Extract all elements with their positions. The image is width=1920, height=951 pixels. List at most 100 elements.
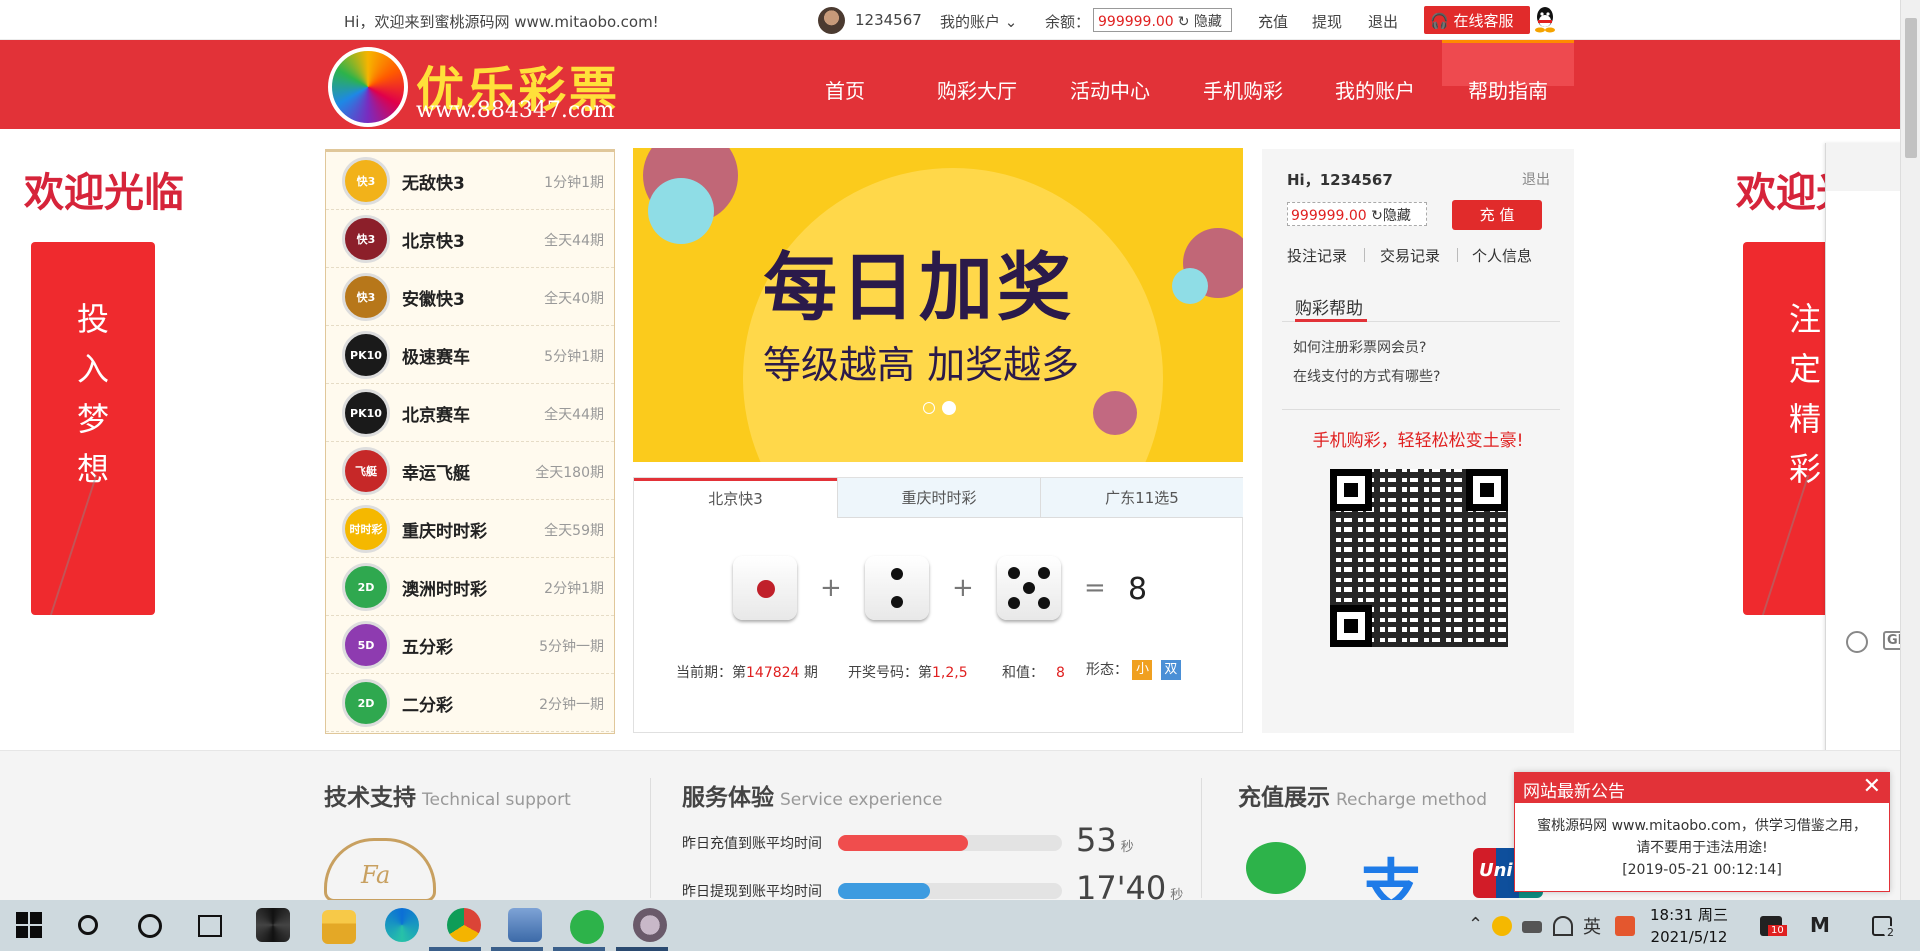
- refresh-icon: ↻: [1371, 208, 1383, 224]
- ime-indicator[interactable]: 英: [1583, 913, 1601, 939]
- carousel-dot-active[interactable]: [942, 401, 956, 415]
- banner-title: 每日加奖: [763, 245, 1075, 331]
- nav-help-guide[interactable]: 帮助指南: [1468, 75, 1548, 104]
- draw-numbers: 开奖号码：第1,2,5: [848, 662, 968, 682]
- mobile-slogan: 手机购彩，轻轻松松变土豪!: [1312, 431, 1524, 451]
- logout-link[interactable]: 退出: [1368, 11, 1398, 32]
- banner-bubble-shape: [1093, 391, 1137, 435]
- balance-box: 999999.00 ↻ 隐藏: [1093, 8, 1232, 32]
- cortana-icon[interactable]: [138, 914, 162, 938]
- lottery-item[interactable]: 5D 五分彩 5分钟一期: [326, 616, 614, 674]
- withdraw-link[interactable]: 提现: [1312, 11, 1342, 32]
- carousel-dot[interactable]: [923, 402, 935, 414]
- account-menu[interactable]: 我的账户 ⌄: [940, 11, 1017, 32]
- app-pinwheel-icon[interactable]: [256, 908, 290, 942]
- lottery-item[interactable]: 时时彩 重庆时时彩 全天59期: [326, 500, 614, 558]
- tab-beijing-k3[interactable]: 北京快3: [634, 478, 837, 518]
- scrollbar-thumb[interactable]: [1905, 18, 1917, 158]
- online-service-button[interactable]: 🎧 在线客服: [1424, 6, 1530, 34]
- nav-home[interactable]: 首页: [825, 75, 865, 104]
- close-icon[interactable]: ✕: [1863, 774, 1881, 799]
- lottery-logo-icon: 5D: [342, 621, 390, 669]
- help-item-payment[interactable]: 在线支付的方式有哪些?: [1293, 366, 1440, 386]
- lottery-name: 重庆时时彩: [402, 522, 487, 542]
- withdraw-time-label: 昨日提现到账平均时间: [682, 884, 822, 900]
- battery-icon[interactable]: [1522, 921, 1542, 933]
- mail-app-icon[interactable]: M: [1810, 913, 1830, 937]
- recharge-title-cn: 充值展示: [1238, 785, 1330, 811]
- lottery-name: 五分彩: [402, 638, 453, 658]
- account-greeting: Hi，1234567: [1287, 171, 1393, 189]
- lottery-name: 极速赛车: [402, 348, 470, 368]
- nav-mobile-lottery[interactable]: 手机购彩: [1203, 75, 1283, 104]
- tech-support-title-cn: 技术支持: [324, 785, 416, 811]
- nav-lottery-hall[interactable]: 购彩大厅: [937, 75, 1017, 104]
- clock[interactable]: 18:31 周三 2021/5/12: [1650, 904, 1728, 948]
- help-title-underline: [1295, 319, 1367, 322]
- sum-value: 和值： 8: [1002, 662, 1065, 682]
- qq-icon[interactable]: [1533, 5, 1557, 33]
- account-hide-button[interactable]: ↻隐藏: [1371, 208, 1411, 224]
- media-app-icon[interactable]: [633, 908, 667, 942]
- page-scrollbar[interactable]: [1900, 0, 1920, 900]
- personal-info-link[interactable]: 个人信息: [1472, 245, 1532, 266]
- action-center-badge: 2: [1884, 926, 1897, 939]
- network-app-icon[interactable]: [508, 908, 542, 942]
- lottery-frequency: 5分钟1期: [544, 349, 604, 365]
- account-logout-link[interactable]: 退出: [1522, 169, 1550, 189]
- tray-app-icon[interactable]: [1492, 916, 1512, 936]
- lottery-frequency: 2分钟一期: [539, 697, 604, 713]
- tab-chongqing-ssc[interactable]: 重庆时时彩: [837, 478, 1040, 518]
- task-view-icon[interactable]: [198, 915, 222, 937]
- account-recharge-button[interactable]: 充 值: [1452, 200, 1542, 230]
- edge-browser-icon[interactable]: [385, 908, 419, 942]
- lottery-logo-icon: 飞艇: [342, 447, 390, 495]
- left-banner-char: 入: [76, 350, 109, 388]
- lottery-item[interactable]: 2D 澳洲时时彩 2分钟1期: [326, 558, 614, 616]
- search-icon[interactable]: [78, 915, 98, 935]
- windows-start-icon[interactable]: [16, 912, 42, 938]
- recharge-time-bar-fill: [838, 835, 968, 851]
- dice-pip: [1038, 567, 1050, 579]
- nav-activity-center[interactable]: 活动中心: [1070, 75, 1150, 104]
- file-explorer-icon[interactable]: [322, 910, 356, 944]
- dice-pip: [1038, 597, 1050, 609]
- chrome-icon[interactable]: [447, 908, 481, 942]
- qr-finder: [1330, 469, 1372, 511]
- tray-antivirus-icon[interactable]: [1615, 916, 1635, 936]
- lottery-name: 安徽快3: [402, 290, 465, 310]
- username[interactable]: 1234567: [855, 11, 922, 29]
- lottery-item[interactable]: PK10 北京赛车 全天44期: [326, 384, 614, 442]
- account-menu-label: 我的账户: [940, 13, 1001, 31]
- recharge-link[interactable]: 充值: [1258, 11, 1288, 32]
- lottery-item[interactable]: 快3 安徽快3 全天40期: [326, 268, 614, 326]
- left-side-banner[interactable]: 投 入 梦 想: [31, 242, 155, 615]
- taskbar-active-indicator: [429, 947, 481, 951]
- lottery-item[interactable]: 2D 二分彩 2分钟一期: [326, 674, 614, 732]
- nav-my-account[interactable]: 我的账户: [1335, 75, 1415, 104]
- notice-line: 蜜桃源码网 www.mitaobo.com，供学习借鉴之用，: [1537, 818, 1867, 834]
- lottery-item[interactable]: 飞艇 幸运飞艇 全天180期: [326, 442, 614, 500]
- emoji-icon[interactable]: [1846, 631, 1868, 653]
- logo-icon[interactable]: [328, 47, 408, 127]
- wechat-icon[interactable]: [570, 910, 604, 944]
- transaction-records-link[interactable]: 交易记录: [1380, 245, 1440, 266]
- lottery-item[interactable]: 快3 无敌快3 1分钟1期: [326, 152, 614, 210]
- tray-chevron-up-icon[interactable]: ⌃: [1468, 914, 1483, 935]
- service-title-cn: 服务体验: [682, 785, 774, 811]
- tab-guangdong-11x5[interactable]: 广东11选5: [1040, 478, 1243, 518]
- lottery-logo-icon: 快3: [342, 157, 390, 205]
- lottery-logo-icon: PK10: [342, 331, 390, 379]
- promo-banner[interactable]: 每日加奖 等级越高 加奖越多: [633, 148, 1243, 462]
- dice-pip: [1008, 597, 1020, 609]
- hide-balance-button[interactable]: ↻ 隐藏: [1178, 14, 1222, 30]
- orchid-decoration-icon: [46, 475, 155, 615]
- left-banner-char: 梦: [76, 400, 109, 438]
- headset-icon: 🎧: [1430, 12, 1449, 30]
- avatar[interactable]: [818, 7, 845, 34]
- lottery-item[interactable]: PK10 极速赛车 5分钟1期: [326, 326, 614, 384]
- lottery-item[interactable]: 快3 北京快3 全天44期: [326, 210, 614, 268]
- bet-records-link[interactable]: 投注记录: [1287, 245, 1347, 266]
- help-item-register[interactable]: 如何注册彩票网会员?: [1293, 337, 1426, 357]
- wifi-icon[interactable]: [1553, 916, 1573, 936]
